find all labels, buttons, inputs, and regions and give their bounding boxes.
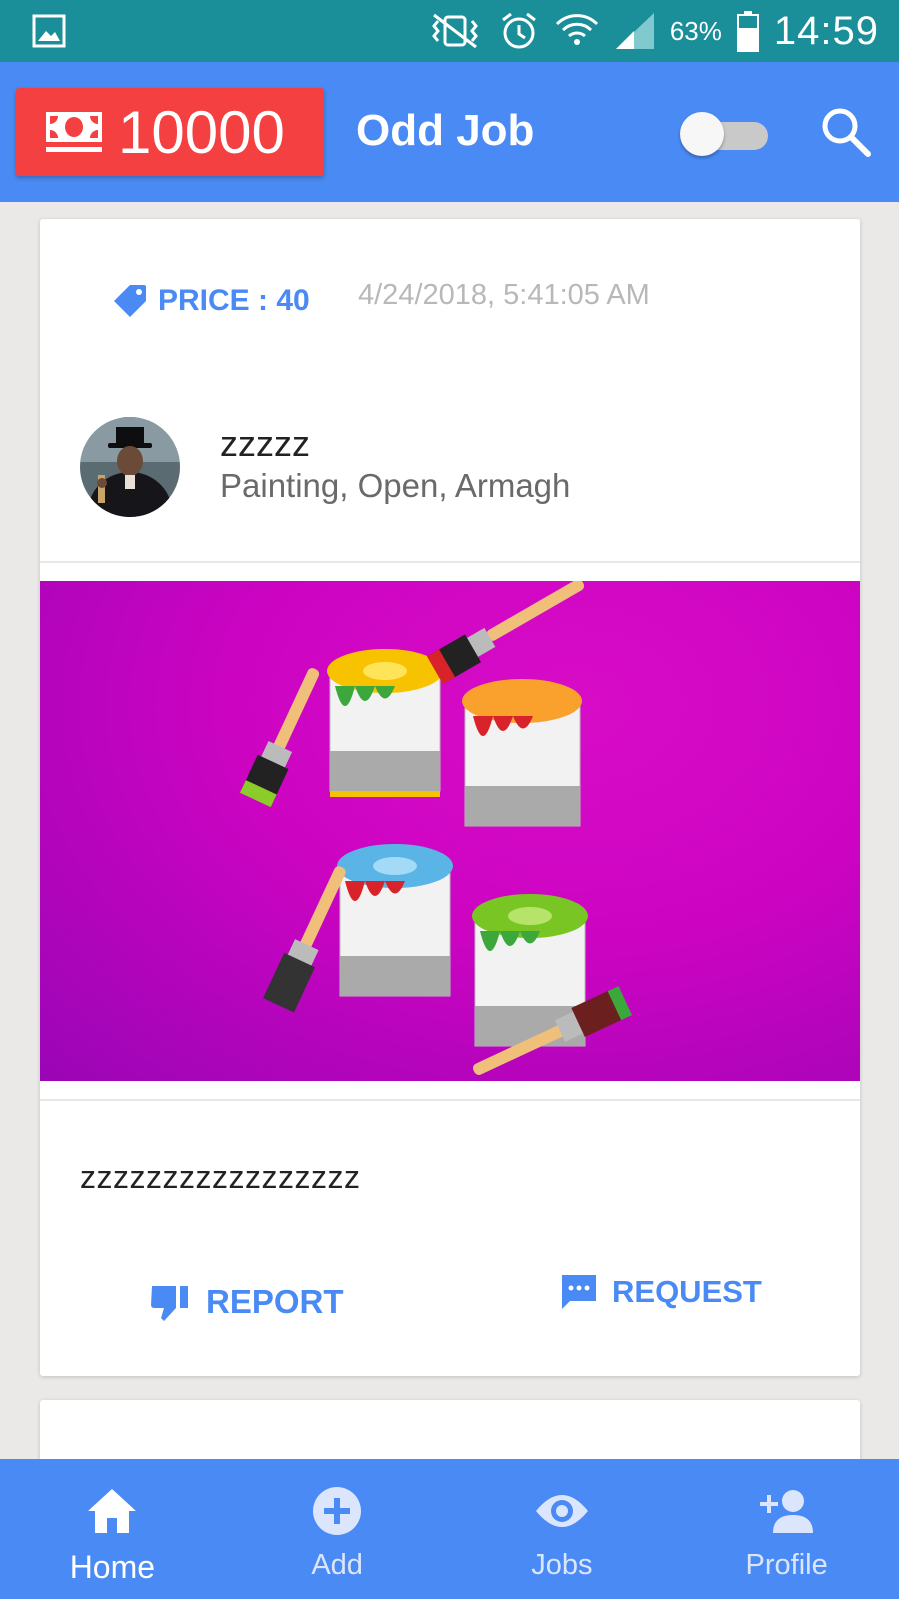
wifi-icon	[555, 14, 598, 45]
nav-home[interactable]: Home	[0, 1459, 225, 1599]
price-tag: PRICE : 40	[112, 283, 310, 319]
avatar-image	[80, 417, 180, 517]
divider	[40, 1099, 860, 1101]
signal-icon	[615, 13, 654, 49]
job-details: Painting, Open, Armagh	[220, 467, 571, 504]
money-icon	[46, 112, 102, 152]
job-description: zzzzzzzzzzzzzzzzz	[80, 1159, 361, 1195]
nav-profile[interactable]: Profile	[674, 1459, 899, 1599]
home-icon	[88, 1489, 137, 1533]
bottom-navigation: Home Add Jobs Profile	[0, 1459, 899, 1599]
avatar[interactable]	[80, 417, 180, 517]
nav-jobs[interactable]: Jobs	[450, 1459, 675, 1599]
price-label: PRICE : 40	[158, 284, 310, 317]
request-button[interactable]: REQUEST	[560, 1267, 762, 1317]
poster-name: zzzzz	[220, 423, 310, 464]
app-title: Odd Job	[356, 106, 535, 155]
nav-home-label: Home	[69, 1549, 156, 1585]
battery-percent: 63%	[669, 15, 722, 46]
battery-icon	[736, 11, 759, 52]
report-button[interactable]: REPORT	[150, 1277, 344, 1327]
job-card[interactable]: PRICE : 40 4/24/2018, 5:41:05 AM zzzzz P…	[40, 219, 860, 1376]
person-add-icon	[759, 1490, 813, 1533]
coin-balance: 10000	[118, 98, 285, 166]
clock: 14:59	[773, 8, 879, 53]
add-circle-icon	[313, 1487, 362, 1535]
vibrate-icon	[431, 13, 478, 49]
coin-balance-badge[interactable]: 10000	[16, 88, 324, 176]
nav-add[interactable]: Add	[225, 1459, 450, 1599]
search-icon[interactable]	[818, 104, 874, 160]
status-bar: 63% 14:59	[0, 0, 899, 62]
thumb-down-icon	[151, 1286, 188, 1321]
posted-date: 4/24/2018, 5:41:05 AM	[358, 279, 650, 311]
report-label: REPORT	[206, 1283, 344, 1320]
job-image[interactable]	[40, 581, 860, 1081]
price-row: PRICE : 40	[112, 279, 310, 323]
gallery-notification-icon	[32, 14, 66, 48]
nav-profile-label: Profile	[745, 1549, 828, 1581]
nav-add-label: Add	[311, 1549, 363, 1581]
mode-toggle[interactable]	[680, 112, 770, 156]
toggle-knob	[680, 112, 724, 156]
app-bar: 10000 Odd Job	[0, 62, 899, 202]
chat-bubble-icon	[562, 1275, 596, 1309]
divider	[40, 561, 860, 563]
eye-icon	[535, 1495, 588, 1527]
alarm-icon	[501, 12, 536, 49]
nav-jobs-label: Jobs	[531, 1549, 593, 1581]
request-label: REQUEST	[612, 1274, 762, 1309]
paint-buckets-illustration	[239, 581, 633, 1075]
tag-icon	[114, 285, 146, 317]
